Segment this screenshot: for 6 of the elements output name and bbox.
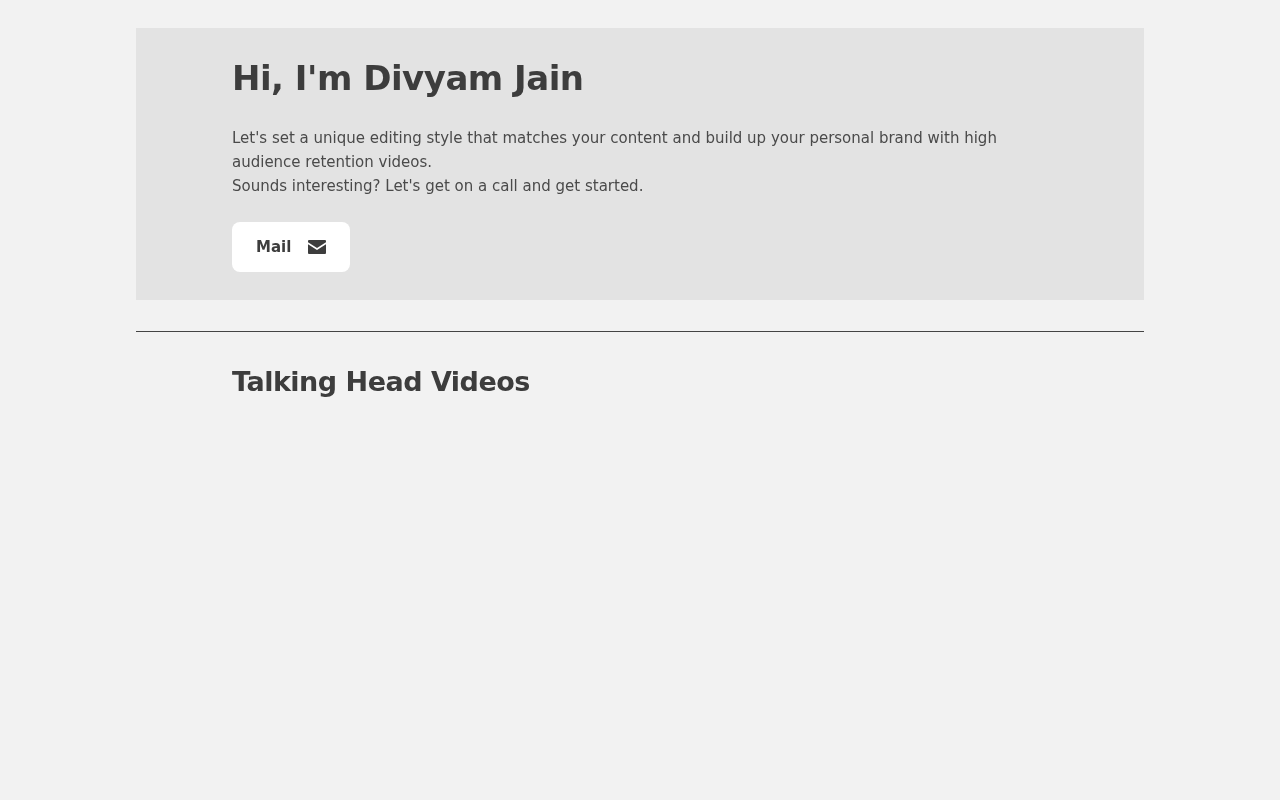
mail-button[interactable]: Mail (232, 222, 351, 272)
section-heading: Talking Head Videos (232, 365, 531, 399)
intro-text: Sounds interesting? Let's get on a call and get started. (232, 176, 645, 197)
intro-text: Let's set a unique editing style that matches your content and build up your personal brand with high audience retention videos. (232, 128, 998, 173)
envelope-icon (308, 240, 327, 254)
page-title: Hi, I'm Divyam Jain (232, 57, 585, 100)
